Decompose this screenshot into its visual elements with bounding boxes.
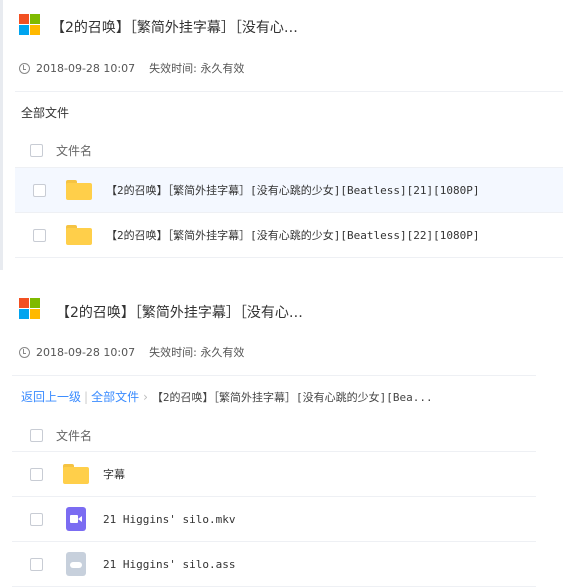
share-expiry: 失效时间: 永久有效 [149,346,245,359]
row-checkbox[interactable] [30,557,43,571]
row-checkbox[interactable] [33,228,46,242]
chevron-right-icon: › [143,390,148,404]
breadcrumb: 全部文件 [21,104,69,121]
share-panel-2: 【2的召唤】［繁简外挂字幕］［没有心… 2018-09-28 10:07 失效时… [0,283,563,587]
panel-gap [0,270,563,283]
clock-icon [19,62,30,74]
folder-icon [66,180,92,200]
breadcrumb-current: 【2的召唤】［繁简外挂字幕］[没有心跳的少女][Bea... [151,391,433,404]
share-timestamp: 2018-09-28 10:07 [36,345,136,359]
back-link[interactable]: 返回上一级 [21,390,81,404]
breadcrumb: 返回上一级 | 全部文件 › 【2的召唤】［繁简外挂字幕］[没有心跳的少女][Bea..… [21,388,433,405]
divider [15,91,563,92]
file-name[interactable]: 21 Higgins' silo.mkv [103,513,235,526]
file-name[interactable]: 21 Higgins' silo.ass [103,558,235,571]
folder-icon [63,464,89,484]
share-meta: 2018-09-28 10:07 失效时间: 永久有效 [19,344,244,360]
divider [12,375,536,376]
table-row[interactable]: 21 Higgins' silo.mkv [12,497,536,542]
column-header-filename: 文件名 [56,429,93,443]
breadcrumb-all-files[interactable]: 全部文件 [91,390,139,404]
table-row[interactable]: 【2的召唤】［繁简外挂字幕］[没有心跳的少女][Beatless][21][10… [15,168,563,213]
clock-icon [19,346,30,358]
file-name[interactable]: 【2的召唤】［繁简外挂字幕］[没有心跳的少女][Beatless][22][10… [106,227,479,243]
table-row[interactable]: 【2的召唤】［繁简外挂字幕］[没有心跳的少女][Beatless][22][10… [15,213,563,258]
generic-file-icon [66,552,86,576]
share-expiry: 失效时间: 永久有效 [149,62,245,75]
row-checkbox[interactable] [33,183,46,197]
column-header-filename: 文件名 [56,144,93,158]
breadcrumb-all-files[interactable]: 全部文件 [21,106,69,120]
row-checkbox[interactable] [30,467,43,481]
table-row[interactable]: 字幕 [12,452,536,497]
share-panel-1: 【2的召唤】［繁简外挂字幕］［没有心… 2018-09-28 10:07 失效时… [0,0,563,270]
video-file-icon [66,507,86,531]
share-title: 【2的召唤】［繁简外挂字幕］［没有心… [51,20,298,36]
share-title: 【2的召唤】［繁简外挂字幕］［没有心… [56,305,303,321]
windows-logo-icon [19,14,41,36]
file-name[interactable]: 【2的召唤】［繁简外挂字幕］[没有心跳的少女][Beatless][21][10… [106,182,479,198]
share-timestamp: 2018-09-28 10:07 [36,61,136,75]
share-meta: 2018-09-28 10:07 失效时间: 永久有效 [19,60,244,76]
file-name[interactable]: 字幕 [103,466,125,482]
file-list-header: 文件名 [30,427,92,444]
select-all-checkbox[interactable] [30,144,43,157]
folder-icon [66,225,92,245]
select-all-checkbox[interactable] [30,429,43,442]
windows-logo-icon [19,298,41,320]
file-list-header: 文件名 [30,142,92,159]
row-checkbox[interactable] [30,512,43,526]
breadcrumb-separator: | [84,390,89,404]
table-row[interactable]: 21 Higgins' silo.ass [12,542,536,587]
